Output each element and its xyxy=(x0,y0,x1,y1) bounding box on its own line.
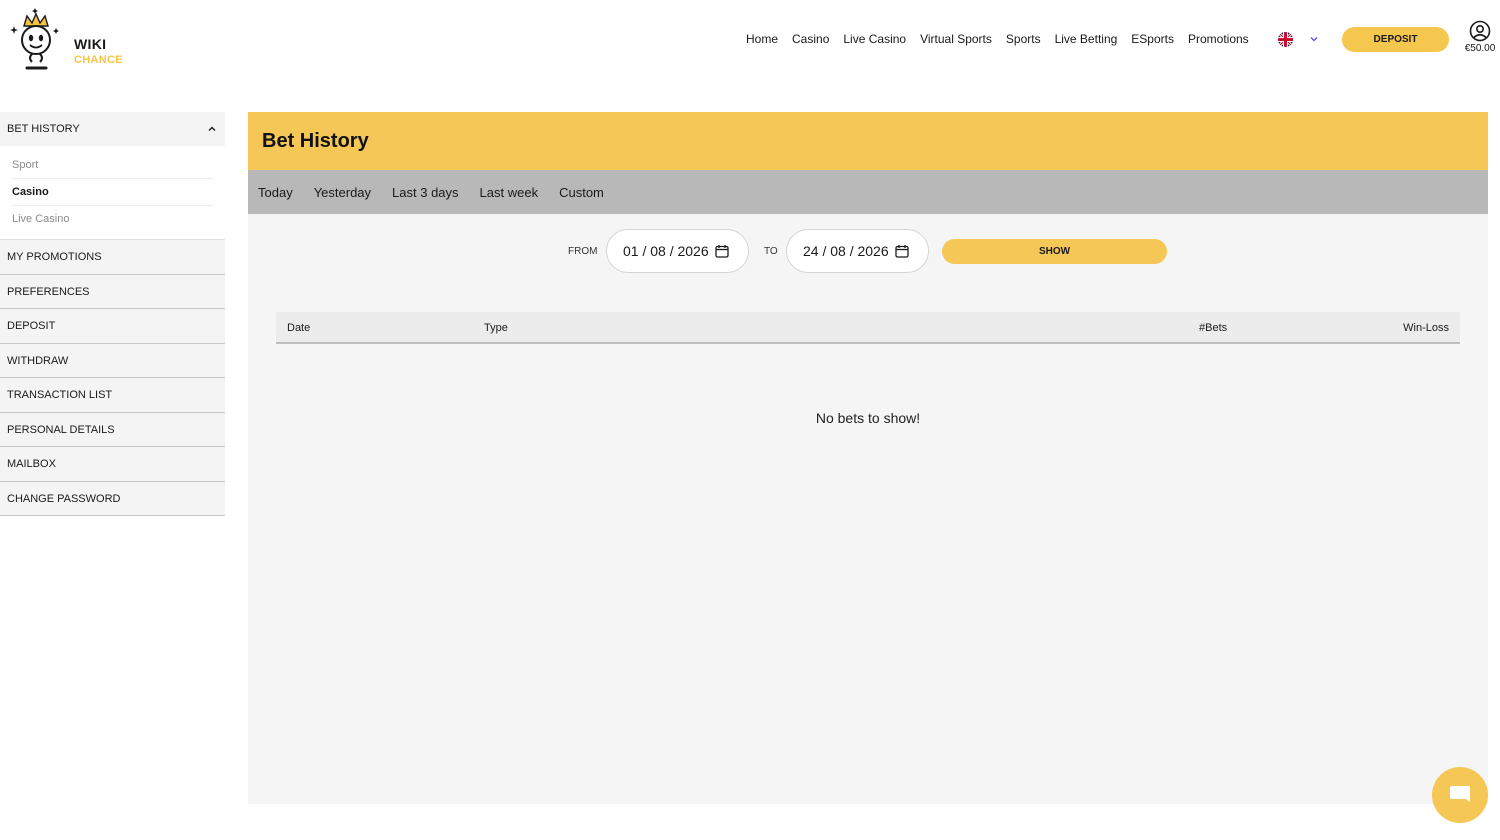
sidebar-item-mailbox[interactable]: MAILBOX xyxy=(0,447,225,482)
sidebar-subitem-sport[interactable]: Sport xyxy=(12,152,213,179)
nav-sports[interactable]: Sports xyxy=(1006,32,1041,46)
sidebar-item-personal-details[interactable]: PERSONAL DETAILS xyxy=(0,412,225,447)
nav-home[interactable]: Home xyxy=(746,32,778,46)
chevron-down-icon[interactable] xyxy=(1308,33,1320,45)
column-type[interactable]: Type xyxy=(484,322,508,334)
to-label: TO xyxy=(764,246,778,257)
account-area[interactable]: €50.00 xyxy=(1462,20,1498,54)
mascot-logo-icon xyxy=(10,8,59,70)
title-bar: Bet History xyxy=(248,112,1488,170)
account-sidebar: BET HISTORY Sport Casino Live Casino MY … xyxy=(0,112,225,516)
filter-custom[interactable]: Custom xyxy=(559,185,604,200)
to-date-value: 24 / 08 / 2026 xyxy=(803,243,889,259)
bet-history-panel: Bet History Today Yesterday Last 3 days … xyxy=(248,112,1488,804)
logo-line1: WIKI xyxy=(74,36,107,52)
column-win-loss[interactable]: Win-Loss xyxy=(1403,322,1449,334)
chevron-up-icon xyxy=(208,126,216,131)
sidebar-item-preferences[interactable]: PREFERENCES xyxy=(0,274,225,309)
column-date[interactable]: Date xyxy=(287,322,310,334)
logo-line2: CHANCE xyxy=(74,54,123,66)
top-header: WIKI CHANCE Home Casino Live Casino Virt… xyxy=(0,0,1500,80)
sidebar-item-label: BET HISTORY xyxy=(7,123,80,135)
nav-promotions[interactable]: Promotions xyxy=(1188,32,1249,46)
from-date-value: 01 / 08 / 2026 xyxy=(623,243,709,259)
filter-last-week[interactable]: Last week xyxy=(480,185,539,200)
page-title: Bet History xyxy=(262,129,369,152)
sidebar-item-deposit[interactable]: DEPOSIT xyxy=(0,309,225,344)
column-bets[interactable]: #Bets xyxy=(1199,322,1227,334)
bet-history-submenu: Sport Casino Live Casino xyxy=(0,146,225,240)
sidebar-subitem-casino[interactable]: Casino xyxy=(12,179,213,206)
nav-live-casino[interactable]: Live Casino xyxy=(843,32,906,46)
sidebar-item-my-promotions[interactable]: MY PROMOTIONS xyxy=(0,240,225,275)
sidebar-item-change-password[interactable]: CHANGE PASSWORD xyxy=(0,481,225,516)
to-date-field[interactable]: 24 / 08 / 2026 xyxy=(786,229,929,273)
site-logo[interactable]: WIKI CHANCE xyxy=(10,6,123,74)
balance-amount: €50.00 xyxy=(1464,43,1496,54)
nav-virtual-sports[interactable]: Virtual Sports xyxy=(920,32,992,46)
bets-table-header: Date Type #Bets Win-Loss xyxy=(276,312,1460,344)
sidebar-subitem-live-casino[interactable]: Live Casino xyxy=(12,206,213,233)
date-range-row: FROM 01 / 08 / 2026 TO 24 / 08 / 2026 SH… xyxy=(248,229,1488,273)
sidebar-item-bet-history[interactable]: BET HISTORY xyxy=(0,112,225,146)
from-label: FROM xyxy=(568,246,598,257)
filter-last-3-days[interactable]: Last 3 days xyxy=(392,185,459,200)
nav-casino[interactable]: Casino xyxy=(792,32,829,46)
uk-flag-icon[interactable] xyxy=(1278,32,1293,47)
chat-bubble-icon xyxy=(1450,786,1470,802)
main-nav: Home Casino Live Casino Virtual Sports S… xyxy=(746,32,1263,46)
sidebar-item-transaction-list[interactable]: TRANSACTION LIST xyxy=(0,378,225,413)
live-chat-button[interactable] xyxy=(1432,767,1488,823)
show-button[interactable]: SHOW xyxy=(942,239,1167,264)
empty-state-message: No bets to show! xyxy=(815,410,921,426)
nav-live-betting[interactable]: Live Betting xyxy=(1055,32,1118,46)
sidebar-item-withdraw[interactable]: WITHDRAW xyxy=(0,343,225,378)
calendar-icon[interactable] xyxy=(894,244,909,258)
period-filter-bar: Today Yesterday Last 3 days Last week Cu… xyxy=(248,170,1488,214)
nav-esports[interactable]: ESports xyxy=(1131,32,1174,46)
logo-text: WIKI CHANCE xyxy=(74,36,123,68)
header-deposit-button[interactable]: DEPOSIT xyxy=(1342,27,1449,52)
from-date-field[interactable]: 01 / 08 / 2026 xyxy=(606,229,749,273)
filter-yesterday[interactable]: Yesterday xyxy=(314,185,371,200)
calendar-icon[interactable] xyxy=(714,244,729,258)
user-icon[interactable] xyxy=(1469,20,1491,42)
filter-today[interactable]: Today xyxy=(258,185,293,200)
